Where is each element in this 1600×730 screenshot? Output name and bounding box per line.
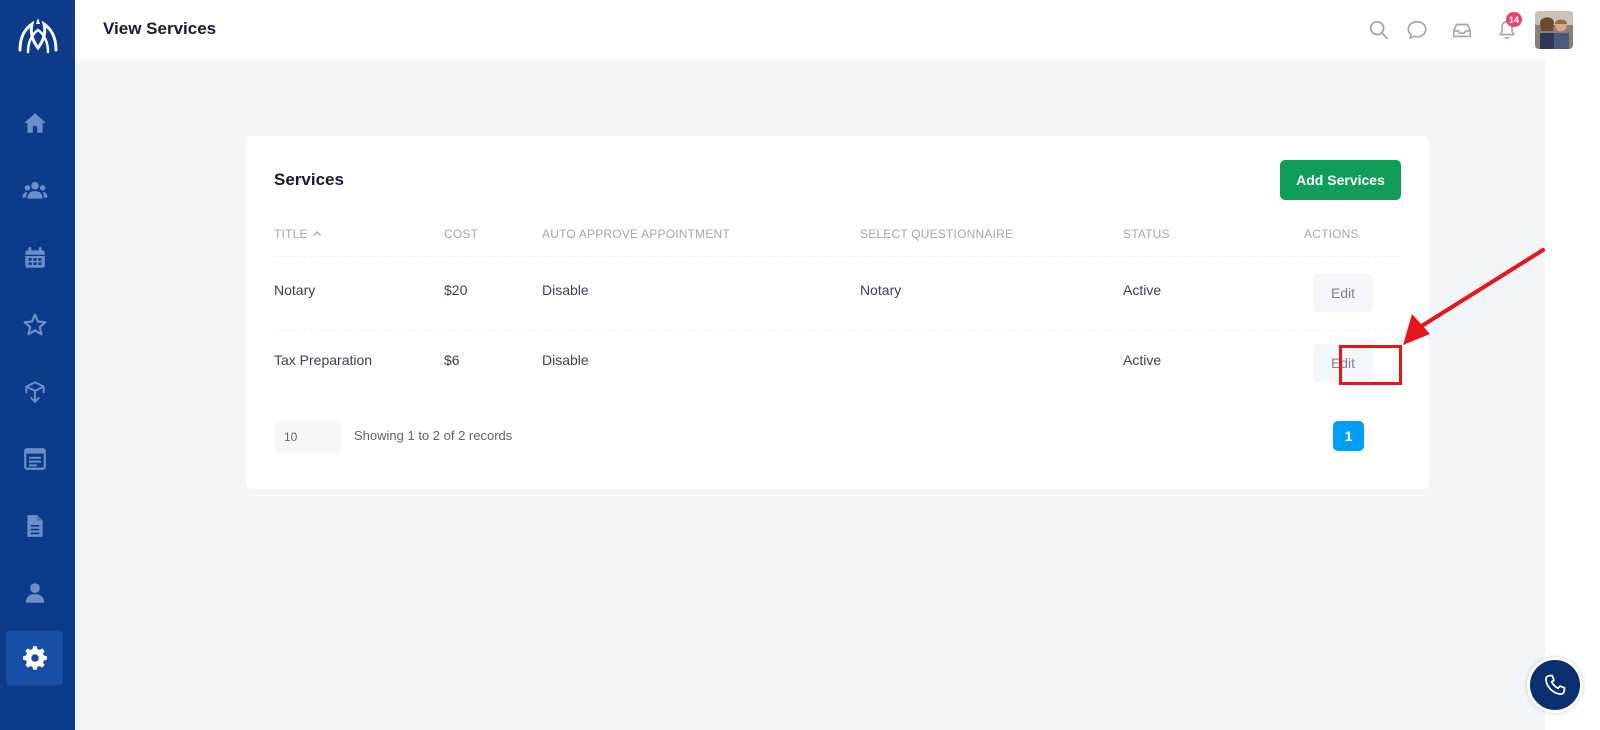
star-icon xyxy=(23,313,46,336)
sidebar-item-documents[interactable] xyxy=(6,500,63,552)
users-icon xyxy=(22,181,47,199)
sort-up-icon xyxy=(312,231,321,236)
box-icon xyxy=(24,381,45,404)
row-divider xyxy=(274,256,1401,257)
column-header-status[interactable]: STATUS xyxy=(1123,227,1170,241)
sidebar-item-home[interactable] xyxy=(6,97,63,149)
pagination-page[interactable]: 1 xyxy=(1333,421,1364,451)
cell-title: Notary xyxy=(274,282,316,298)
chat-icon xyxy=(1407,20,1427,40)
page-size-select[interactable]: 10 xyxy=(274,421,341,453)
sidebar-item-profile[interactable] xyxy=(6,567,63,619)
records-info: Showing 1 to 2 of 2 records xyxy=(354,428,513,443)
notification-badge: 14 xyxy=(1506,12,1523,27)
column-header-actions: ACTIONS xyxy=(1304,227,1359,241)
document-icon xyxy=(26,515,43,537)
sidebar-item-products[interactable] xyxy=(6,366,63,418)
column-header-questionnaire[interactable]: SELECT QUESTIONNAIRE xyxy=(860,227,1013,241)
search-icon xyxy=(1369,20,1389,40)
avatar[interactable] xyxy=(1535,11,1573,49)
cell-title: Tax Preparation xyxy=(274,352,373,368)
gear-icon xyxy=(22,646,47,670)
edit-button[interactable]: Edit xyxy=(1313,274,1373,312)
phone-icon xyxy=(1545,674,1566,695)
cell-questionnaire: Notary xyxy=(860,282,902,298)
user-icon xyxy=(25,583,44,603)
page-title: View Services xyxy=(103,19,217,38)
cell-cost: $20 xyxy=(444,282,468,298)
search-button[interactable] xyxy=(1366,17,1392,43)
sidebar-item-settings[interactable] xyxy=(6,631,63,685)
home-icon xyxy=(23,113,46,133)
column-header-auto-approve[interactable]: AUTO APPROVE APPOINTMENT xyxy=(542,227,730,241)
list-icon xyxy=(23,448,46,470)
column-header-title[interactable]: TITLE xyxy=(274,227,322,241)
cell-status: Active xyxy=(1123,282,1162,298)
add-services-button[interactable]: Add Services xyxy=(1280,160,1401,200)
sidebar xyxy=(0,0,75,730)
cell-cost: $6 xyxy=(444,352,460,368)
edit-button[interactable]: Edit xyxy=(1313,344,1373,382)
row-divider xyxy=(274,330,1401,331)
card-title: Services xyxy=(274,170,344,189)
calendar-icon xyxy=(24,247,45,268)
inbox-button[interactable] xyxy=(1449,17,1475,43)
right-edge xyxy=(1545,60,1600,730)
inbox-icon xyxy=(1452,23,1472,38)
logo-icon[interactable] xyxy=(14,14,62,58)
sidebar-item-users[interactable] xyxy=(6,164,63,216)
cell-auto-approve: Disable xyxy=(542,282,589,298)
sidebar-item-favorites[interactable] xyxy=(6,299,63,351)
column-header-cost[interactable]: COST xyxy=(444,227,478,241)
sidebar-item-listings[interactable] xyxy=(6,433,63,485)
services-card: Services Add Services TITLE COST AUTO AP… xyxy=(246,136,1429,489)
sidebar-item-calendar[interactable] xyxy=(6,232,63,284)
chat-button[interactable] xyxy=(1404,17,1430,43)
call-button[interactable] xyxy=(1527,657,1583,713)
cell-status: Active xyxy=(1123,352,1162,368)
cell-auto-approve: Disable xyxy=(542,352,589,368)
